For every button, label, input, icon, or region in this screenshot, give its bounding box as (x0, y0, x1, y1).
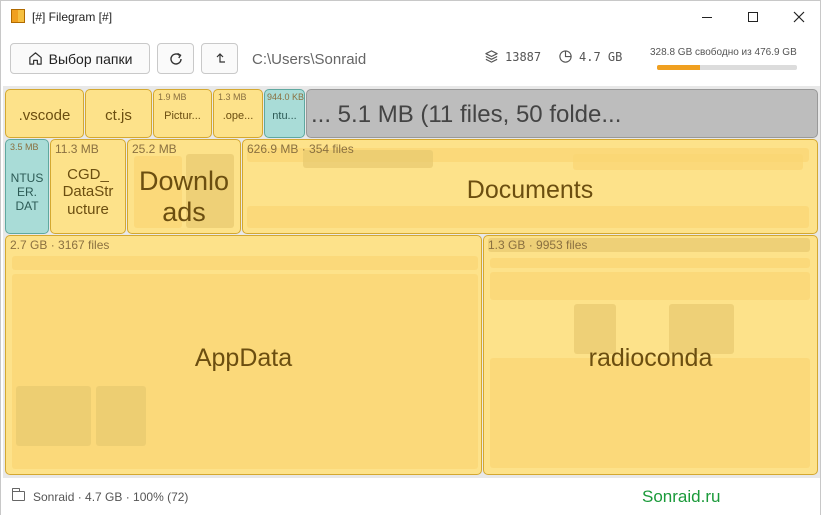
cell-label: Pictur... (164, 110, 201, 122)
cell-label: ct.js (105, 107, 132, 124)
close-button[interactable] (776, 1, 821, 33)
minimize-button[interactable] (684, 1, 730, 33)
cell-meta: 626.9 MB · 354 files (247, 142, 354, 156)
cell-label: .ope... (222, 110, 254, 122)
refresh-icon (169, 52, 182, 65)
cell-label: AppData (194, 344, 293, 372)
files-count-stat: 13887 (484, 49, 541, 64)
inner-block (490, 358, 810, 468)
select-folder-button[interactable]: Выбор папки (10, 43, 150, 74)
cell-meta: 25.2 MB (132, 142, 177, 156)
total-size: 4.7 GB (579, 49, 623, 64)
inner-block (247, 206, 809, 228)
cell-label: .vscode (18, 107, 71, 124)
home-icon (28, 52, 42, 65)
window-title: [#] Filegram [#] (32, 10, 113, 24)
inner-block (490, 258, 810, 268)
treemap-cell-ntu[interactable]: 944.0 KB ntu... (264, 89, 305, 138)
inner-block (12, 256, 478, 270)
treemap-cell-pictures[interactable]: 1.9 MB Pictur... (153, 89, 212, 138)
treemap-cell-vscode[interactable]: .vscode (5, 89, 84, 138)
cell-meta: 1.9 MB (158, 92, 187, 102)
inner-block (16, 386, 91, 446)
treemap-cell-appdata[interactable]: 2.7 GB · 3167 files AppData (5, 235, 482, 475)
treemap-cell-downloads[interactable]: 25.2 MB Downlo ads (127, 139, 241, 234)
cell-meta: 944.0 KB (267, 92, 305, 102)
treemap-cell-documents[interactable]: 626.9 MB · 354 files Documents (242, 139, 818, 234)
arrow-up-icon (216, 52, 225, 63)
minimize-icon (702, 16, 712, 18)
cell-label: Downlo ads (138, 166, 230, 228)
treemap-cell-ntuser[interactable]: 3.5 MB NTUS ER. DAT (5, 139, 49, 234)
cell-label: radioconda (588, 344, 713, 372)
inner-block (573, 154, 803, 170)
treemap-cell-more[interactable]: ... 5.1 MB (11 files, 50 folde... (306, 89, 818, 138)
cell-meta: 1.3 MB (218, 92, 247, 102)
cell-meta: 1.3 GB · 9953 files (488, 238, 588, 252)
cell-meta: 11.3 MB (55, 142, 99, 156)
layers-icon (485, 50, 498, 63)
close-icon (793, 11, 805, 23)
disk-usage-fill (657, 65, 701, 70)
treemap-cell-ope[interactable]: 1.3 MB .ope... (213, 89, 263, 138)
treemap-cell-cgd[interactable]: 11.3 MB CGD_ DataStr ucture (50, 139, 126, 234)
cell-label: CGD_ DataStr ucture (62, 166, 114, 218)
cell-label: Documents (466, 176, 594, 204)
select-folder-label: Выбор папки (48, 50, 133, 67)
app-logo-icon (11, 9, 25, 23)
brand-link[interactable]: Sonraid.ru (642, 487, 720, 507)
cell-label: ntu... (272, 110, 297, 122)
refresh-button[interactable] (157, 43, 194, 74)
treemap: .vscode ct.js 1.9 MB Pictur... 1.3 MB .o… (3, 86, 820, 478)
files-count: 13887 (505, 49, 542, 64)
app-window: [#] Filegram [#] Выбор папки C:\Users\So… (0, 0, 821, 515)
maximize-button[interactable] (730, 1, 776, 33)
inner-block (96, 386, 146, 446)
cell-meta: 2.7 GB · 3167 files (10, 238, 110, 252)
current-path: C:\Users\Sonraid (252, 51, 367, 68)
toolbar: Выбор папки C:\Users\Sonraid 13887 4.7 G… (1, 33, 820, 85)
status-bar: Sonraid · 4.7 GB · 100% (72) Sonraid.ru (1, 479, 820, 515)
treemap-cell-radioconda[interactable]: 1.3 GB · 9953 files radioconda (483, 235, 818, 475)
inner-block (490, 272, 810, 300)
cell-meta: 3.5 MB (10, 142, 39, 152)
pie-chart-icon (559, 50, 572, 63)
cell-label: NTUS ER. DAT (10, 171, 44, 213)
cell-label: ... 5.1 MB (11 files, 50 folde... (311, 101, 622, 128)
up-level-button[interactable] (201, 43, 238, 74)
total-size-stat: 4.7 GB (558, 49, 622, 64)
disk-space-label: 328.8 GB свободно из 476.9 GB (650, 47, 797, 58)
title-bar: [#] Filegram [#] (1, 1, 820, 33)
folder-icon (12, 488, 25, 501)
treemap-cell-ctjs[interactable]: ct.js (85, 89, 152, 138)
status-text: Sonraid · 4.7 GB · 100% (72) (33, 490, 189, 504)
maximize-icon (748, 12, 758, 22)
disk-usage-bar (657, 65, 797, 70)
